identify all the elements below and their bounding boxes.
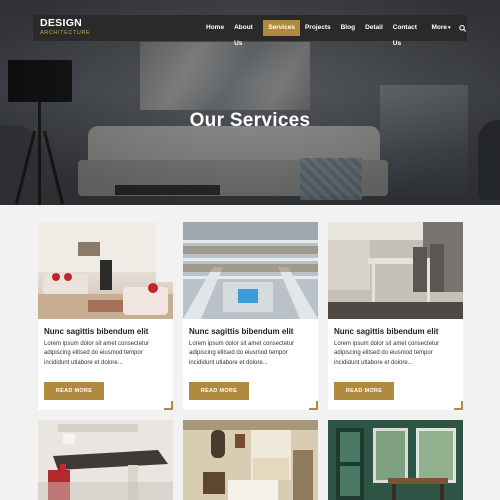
nav-home[interactable]: Home [201,20,229,36]
nav-projects[interactable]: Projects [300,20,336,36]
corner-accent [164,401,173,410]
service-card: Nunc sagittis bibendum elit Lorem ipsum … [328,222,463,410]
nav-contact-us[interactable]: Contact Us [388,20,427,47]
card-text: Lorem ipsum dolor sit amet consectetur a… [189,341,295,366]
main-menu: Home About Us Services Projects Blog Det… [201,15,467,47]
nav-more[interactable]: More▾ [426,20,455,36]
nav-about-us[interactable]: About Us [229,20,263,47]
service-card [38,420,173,500]
nav-blog[interactable]: Blog [336,20,360,36]
living-room-image [38,222,173,319]
logo-tagline: ARCHITECTURE [40,29,91,36]
card-title: Nunc sagittis bibendum elit [334,327,439,336]
service-card [328,420,463,500]
top-navbar: DESIGN ARCHITECTURE Home About Us Servic… [33,15,467,47]
card-text: Lorem ipsum dolor sit amet consectetur a… [334,341,440,366]
card-title: Nunc sagittis bibendum elit [44,327,149,336]
service-card: Nunc sagittis bibendum elit Lorem ipsum … [38,222,173,410]
read-more-button[interactable]: READ MORE [189,382,249,400]
read-more-button[interactable]: READ MORE [334,382,394,400]
library-image [183,222,318,319]
nav-more-label: More [431,24,447,31]
card-text: Lorem ipsum dolor sit amet consectetur a… [44,341,150,366]
dining-room-image [328,222,463,319]
nav-services[interactable]: Services [263,20,300,36]
logo-name: DESIGN [40,17,83,29]
kitchen-image [38,420,173,500]
read-more-button[interactable]: READ MORE [44,382,104,400]
corner-accent [309,401,318,410]
service-card: Nunc sagittis bibendum elit Lorem ipsum … [183,222,318,410]
service-card [183,420,318,500]
corner-accent [454,401,463,410]
search-icon[interactable] [459,24,467,33]
page-title: Our Services [189,110,311,131]
site-logo[interactable]: DESIGN ARCHITECTURE [40,18,90,36]
bedroom-image [183,420,318,500]
card-title: Nunc sagittis bibendum elit [189,327,294,336]
nav-detail[interactable]: Detail [360,20,388,36]
caret-down-icon: ▾ [447,25,451,31]
green-room-image [328,420,463,500]
